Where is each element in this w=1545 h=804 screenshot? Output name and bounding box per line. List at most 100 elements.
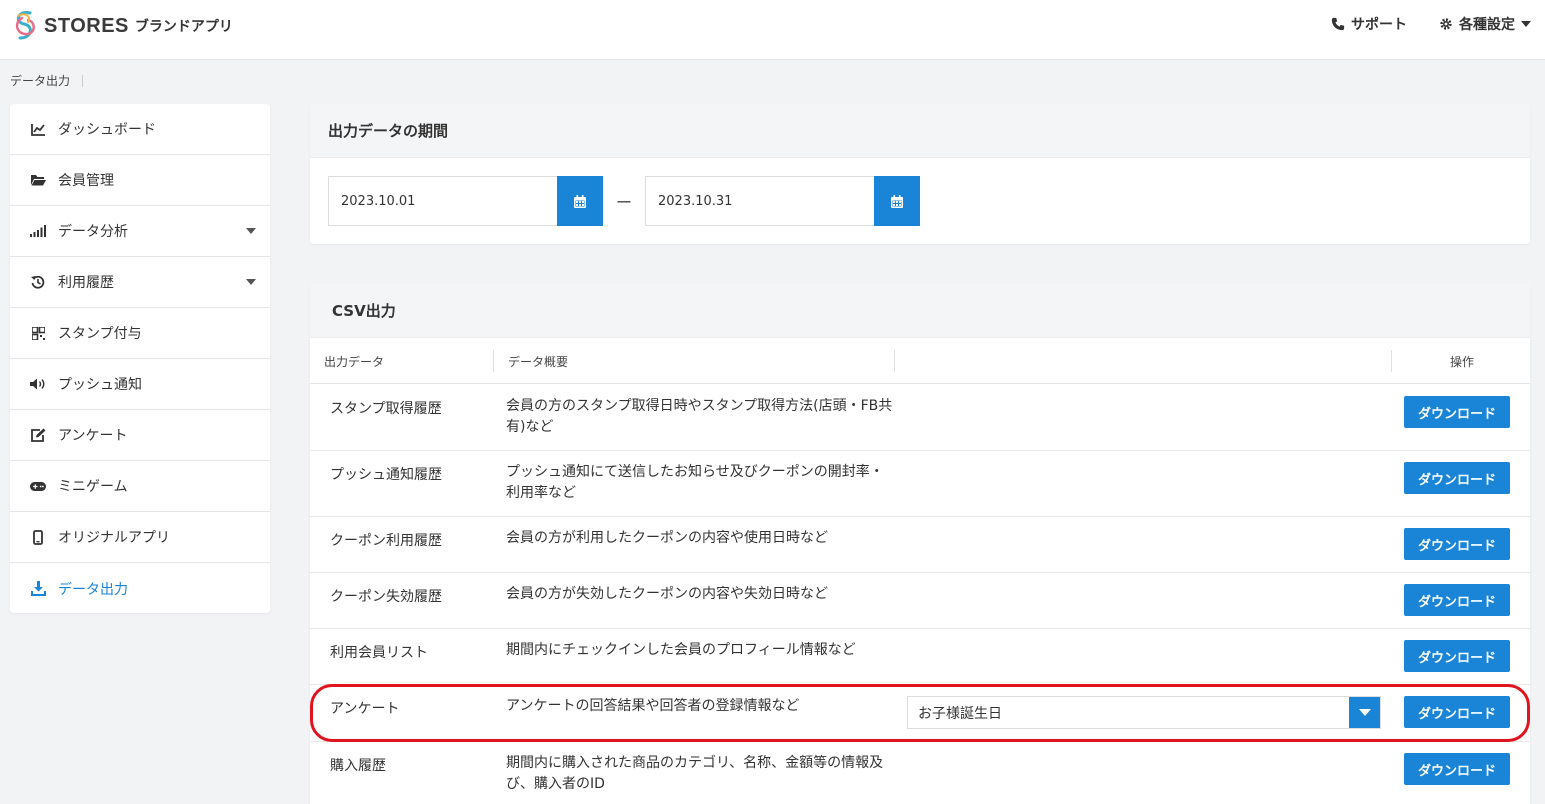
- breadcrumb: データ出力: [10, 72, 84, 89]
- row-output-name: スタンプ取得履歴: [330, 401, 442, 417]
- caret-down-icon: [1358, 709, 1371, 716]
- table-header: 出力データ データ概要 操作: [310, 338, 1530, 384]
- support-link[interactable]: サポート: [1331, 14, 1407, 34]
- column-divider: [894, 350, 895, 372]
- end-date-field: [645, 176, 920, 226]
- brand-name: STORES: [44, 14, 129, 37]
- survey-question-select-value: お子様誕生日: [918, 705, 1002, 722]
- table-row: 利用会員リスト 期間内にチェックインした会員のプロフィール情報など ダウンロード: [310, 628, 1530, 684]
- csv-title: CSV出力: [310, 284, 1530, 338]
- top-bar: STORES ブランドアプリ サポート 各種設定: [0, 0, 1545, 60]
- download-icon: [30, 581, 46, 597]
- logo[interactable]: STORES ブランドアプリ: [10, 8, 233, 44]
- start-date-input[interactable]: [329, 177, 557, 225]
- sidebar-item-stamp[interactable]: スタンプ付与: [10, 308, 270, 359]
- sidebar-item-label: データ分析: [58, 224, 128, 240]
- period-title: 出力データの期間: [310, 104, 1530, 158]
- table-row: プッシュ通知履歴 プッシュ通知にて送信したお知らせ及びクーポンの開封率・利用率な…: [310, 450, 1530, 516]
- table-row-survey: アンケート アンケートの回答結果や回答者の登録情報など お子様誕生日 ダウンロー…: [310, 684, 1530, 741]
- end-date-input[interactable]: [646, 177, 874, 225]
- support-label: サポート: [1351, 17, 1407, 33]
- sidebar-item-history[interactable]: 利用履歴: [10, 257, 270, 308]
- row-output-name: クーポン失効履歴: [330, 589, 442, 605]
- table-row: スタンプ取得履歴 会員の方のスタンプ取得日時やスタンプ取得方法(店頭・FB共有)…: [310, 384, 1530, 450]
- sidebar: ダッシュボード 会員管理 データ分析 利用履歴 スタンプ付与 プッシュ通知 アン…: [10, 104, 270, 613]
- calendar-icon: [574, 194, 586, 208]
- row-description: 期間内に購入された商品のカテゴリ、名称、金額等の情報及び、購入者のID: [506, 755, 884, 792]
- sidebar-item-label: 会員管理: [58, 173, 114, 189]
- sidebar-item-label: ダッシュボード: [58, 122, 156, 138]
- column-divider: [1391, 350, 1392, 372]
- gear-icon: [1440, 18, 1452, 30]
- sidebar-item-label: アンケート: [58, 428, 128, 444]
- brand-subtitle: ブランドアプリ: [134, 19, 233, 35]
- breadcrumb-divider: [82, 74, 84, 87]
- signal-bars-icon: [30, 223, 46, 239]
- column-header-action: 操作: [1450, 354, 1475, 369]
- select-toggle-button[interactable]: [1349, 697, 1380, 728]
- row-output-name: 利用会員リスト: [330, 645, 428, 661]
- download-button[interactable]: ダウンロード: [1404, 528, 1510, 560]
- settings-label: 各種設定: [1459, 17, 1515, 33]
- sidebar-item-dashboard[interactable]: ダッシュボード: [10, 104, 270, 155]
- download-button[interactable]: ダウンロード: [1404, 462, 1510, 494]
- stores-logo-icon: [15, 11, 35, 40]
- sidebar-item-original-app[interactable]: オリジナルアプリ: [10, 512, 270, 563]
- qrcode-icon: [30, 325, 46, 341]
- calendar-icon: [891, 194, 903, 208]
- sidebar-item-push[interactable]: プッシュ通知: [10, 359, 270, 410]
- table-row: クーポン利用履歴 会員の方が利用したクーポンの内容や使用日時など ダウンロード: [310, 516, 1530, 572]
- mobile-icon: [30, 529, 46, 545]
- history-icon: [30, 274, 46, 290]
- sidebar-item-label: 利用履歴: [58, 275, 114, 291]
- sidebar-item-label: プッシュ通知: [58, 377, 142, 393]
- row-description: プッシュ通知にて送信したお知らせ及びクーポンの開封率・利用率など: [506, 464, 884, 501]
- row-description: 会員の方のスタンプ取得日時やスタンプ取得方法(店頭・FB共有)など: [506, 398, 893, 435]
- row-description: 会員の方が失効したクーポンの内容や失効日時など: [506, 586, 828, 602]
- row-output-name: プッシュ通知履歴: [330, 467, 442, 483]
- sidebar-item-members[interactable]: 会員管理: [10, 155, 270, 206]
- download-button[interactable]: ダウンロード: [1404, 396, 1510, 428]
- row-description: 期間内にチェックインした会員のプロフィール情報など: [506, 642, 856, 658]
- chart-line-icon: [30, 121, 46, 137]
- sidebar-item-label: ミニゲーム: [58, 479, 128, 495]
- column-divider: [493, 350, 494, 372]
- column-header-summary: データ概要: [508, 354, 569, 369]
- survey-question-select[interactable]: お子様誕生日: [907, 696, 1381, 729]
- gamepad-icon: [30, 478, 46, 494]
- folder-icon: [30, 172, 46, 188]
- table-row: クーポン失効履歴 会員の方が失効したクーポンの内容や失効日時など ダウンロード: [310, 572, 1530, 628]
- sidebar-item-data-export[interactable]: データ出力: [10, 563, 270, 614]
- row-output-name: アンケート: [330, 701, 400, 717]
- chevron-down-icon: [246, 228, 256, 234]
- sidebar-item-label: スタンプ付与: [58, 326, 142, 342]
- breadcrumb-current: データ出力: [10, 74, 71, 88]
- end-date-calendar-button[interactable]: [874, 176, 920, 226]
- start-date-calendar-button[interactable]: [557, 176, 603, 226]
- sidebar-item-minigame[interactable]: ミニゲーム: [10, 461, 270, 512]
- download-button[interactable]: ダウンロード: [1404, 640, 1510, 672]
- download-button[interactable]: ダウンロード: [1404, 696, 1510, 728]
- row-description: 会員の方が利用したクーポンの内容や使用日時など: [506, 530, 828, 546]
- sidebar-item-label: オリジナルアプリ: [58, 530, 170, 546]
- start-date-field: [328, 176, 603, 226]
- csv-export-card: CSV出力 出力データ データ概要 操作 スタンプ取得履歴 会員の方のスタンプ取…: [310, 284, 1530, 804]
- download-button[interactable]: ダウンロード: [1404, 753, 1510, 785]
- period-card: 出力データの期間 ー: [310, 104, 1530, 244]
- edit-icon: [30, 427, 46, 443]
- sidebar-item-label: データ出力: [58, 581, 128, 598]
- date-range-separator: ー: [615, 193, 632, 212]
- sidebar-item-survey[interactable]: アンケート: [10, 410, 270, 461]
- sidebar-item-analytics[interactable]: データ分析: [10, 206, 270, 257]
- download-button[interactable]: ダウンロード: [1404, 584, 1510, 616]
- row-output-name: クーポン利用履歴: [330, 533, 442, 549]
- settings-menu[interactable]: 各種設定: [1439, 14, 1531, 34]
- table-row: 購入履歴 期間内に購入された商品のカテゴリ、名称、金額等の情報及び、購入者のID…: [310, 741, 1530, 804]
- caret-down-icon: [1521, 21, 1531, 27]
- column-header-output-data: 出力データ: [324, 354, 385, 369]
- row-output-name: 購入履歴: [330, 758, 386, 774]
- chevron-down-icon: [246, 279, 256, 285]
- volume-icon: [30, 376, 46, 392]
- row-description: アンケートの回答結果や回答者の登録情報など: [506, 698, 800, 714]
- phone-icon: [1331, 17, 1345, 31]
